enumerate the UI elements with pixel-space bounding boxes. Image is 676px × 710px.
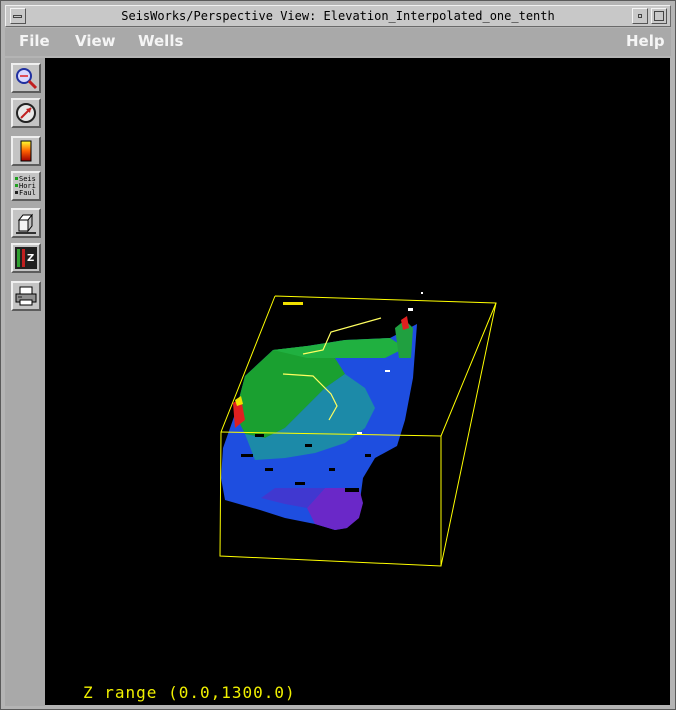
maximize-icon: [654, 11, 664, 21]
tool-palette: Seis Hori Faul Z: [5, 58, 45, 706]
seis-hori-faul-icon: Seis Hori Faul: [15, 175, 36, 197]
magnifier-icon: [16, 68, 38, 90]
menu-bar: File View Wells Help: [5, 28, 671, 56]
menu-wells[interactable]: Wells: [138, 32, 183, 50]
z-label: Z: [27, 253, 34, 264]
menu-view-label: View: [75, 32, 116, 50]
well-label-marker: [283, 302, 303, 305]
colorbar-tool-button[interactable]: [11, 136, 41, 166]
zoom-tool-button[interactable]: [11, 63, 41, 93]
z-range-readout: Z range (0.0,1300.0): [83, 683, 296, 702]
z-scale-tool-button[interactable]: Z: [11, 243, 41, 273]
menu-help-label: Help: [626, 32, 665, 50]
z-scale-icon: Z: [15, 247, 37, 269]
title-bar[interactable]: SeisWorks/Perspective View: Elevation_In…: [5, 5, 671, 27]
menu-file[interactable]: File: [19, 32, 50, 50]
menu-wells-label: Wells: [138, 32, 184, 50]
minimize-icon: [638, 14, 642, 18]
menu-help[interactable]: Help: [626, 32, 665, 50]
compass-icon: [16, 103, 36, 123]
printer-icon: [15, 286, 37, 306]
print-tool-button[interactable]: [11, 281, 41, 311]
maximize-button[interactable]: [651, 8, 667, 24]
menu-view[interactable]: View: [75, 32, 116, 50]
minimize-button[interactable]: [632, 8, 648, 24]
perspective-scene[interactable]: [45, 58, 670, 705]
perspective-viewport[interactable]: Z range (0.0,1300.0): [45, 58, 670, 705]
colorbar-icon: [20, 140, 32, 162]
display-toggle-tool-button[interactable]: Seis Hori Faul: [11, 171, 41, 201]
app-window: SeisWorks/Perspective View: Elevation_In…: [0, 0, 676, 710]
cube-tool-button[interactable]: [11, 208, 41, 238]
faul-label: Faul: [19, 189, 36, 197]
window-title: SeisWorks/Perspective View: Elevation_In…: [121, 9, 555, 23]
rotate-tool-button[interactable]: [11, 98, 41, 128]
menu-file-label: File: [19, 32, 50, 50]
cube-icon: [16, 213, 36, 234]
